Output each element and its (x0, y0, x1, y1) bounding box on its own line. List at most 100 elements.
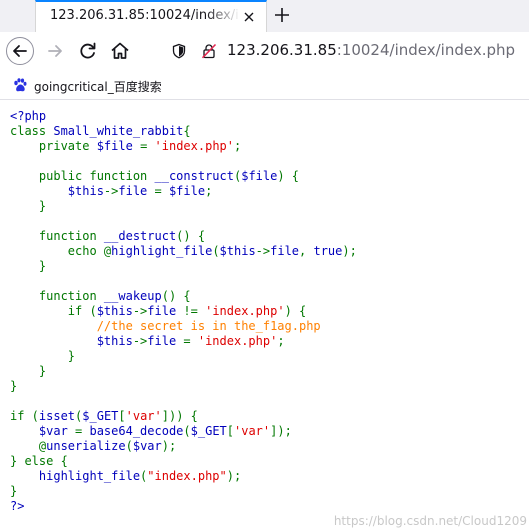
bookmarks-toolbar: goingcritical_百度搜索 (0, 70, 529, 100)
home-button[interactable] (106, 37, 134, 65)
code-line: $this->file = $file; (10, 184, 357, 199)
code-line: } (10, 364, 357, 379)
paw-icon (14, 78, 27, 92)
code-token: __wakeup (103, 289, 162, 303)
code-token: if ( (10, 304, 97, 318)
code-token: isset (38, 409, 76, 423)
code-line: highlight_file("index.php"); (10, 469, 357, 484)
tab-active[interactable]: 123.206.31.85:10024/index/index.php (35, 0, 267, 32)
home-icon (111, 42, 129, 59)
code-token: ); (161, 439, 177, 453)
code-token: echo @ (10, 244, 112, 258)
code-token: 'index.php' (154, 139, 234, 153)
code-token: file (118, 184, 155, 198)
code-token: = (75, 424, 90, 438)
code-token: $this (96, 304, 133, 318)
code-token: () { (176, 229, 206, 243)
code-token: base64_decode (89, 424, 184, 438)
code-line: } (10, 379, 357, 394)
code-token: [ (226, 424, 234, 438)
code-token: private (10, 139, 97, 153)
code-line: @unserialize($var); (10, 439, 357, 454)
code-line: } (10, 484, 357, 499)
url-text[interactable]: 123.206.31.85:10024/index/index.php (227, 41, 515, 59)
code-token: ( (212, 244, 220, 258)
code-token: -> (132, 304, 148, 318)
code-token: } else { (10, 454, 68, 468)
tab-strip: 123.206.31.85:10024/index/index.php (0, 0, 529, 32)
code-token: 'index.php' (197, 334, 278, 348)
code-token: true (313, 244, 343, 258)
php-source-code: <?php class Small_white_rabbit{ private $… (10, 109, 357, 514)
shield-icon[interactable] (171, 43, 187, 59)
back-button[interactable] (6, 37, 34, 65)
code-token: } (10, 484, 18, 498)
code-token: ])) { (161, 409, 198, 423)
watermark: https://blog.csdn.net/Cloud1209 (333, 514, 527, 528)
code-token: -> (255, 244, 271, 258)
code-line: } (10, 349, 357, 364)
code-token: $file (241, 169, 278, 183)
code-line: function __wakeup() { (10, 289, 357, 304)
code-token: $var (132, 439, 162, 453)
code-token: } (10, 349, 76, 363)
code-line: $var = base64_decode($_GET['var']); (10, 424, 357, 439)
code-line: <?php (10, 109, 357, 124)
code-token: ( (125, 439, 133, 453)
code-line: public function __construct($file) { (10, 169, 357, 184)
code-token: ?> (10, 499, 25, 513)
code-token: $file (168, 184, 206, 198)
insecure-lock-icon[interactable] (201, 43, 217, 59)
new-tab-plus-icon[interactable] (272, 5, 292, 25)
close-icon[interactable] (242, 10, 256, 24)
address-bar[interactable]: 123.206.31.85:10024/index/index.php (165, 36, 529, 66)
code-token: ); (226, 469, 242, 483)
code-line: $this->file = 'index.php'; (10, 334, 357, 349)
reload-icon (80, 42, 96, 59)
code-line: private $file = 'index.php'; (10, 139, 357, 154)
code-token: //the secret is in the_f1ag.php (10, 319, 321, 333)
code-token: @ (10, 439, 47, 453)
code-line: ?> (10, 499, 357, 514)
code-line: } else { (10, 454, 357, 469)
code-token: ; (234, 139, 242, 153)
code-token: 'index.php' (205, 304, 285, 318)
code-line: if ($this->file != 'index.php') { (10, 304, 357, 319)
code-token: = (154, 184, 169, 198)
code-token: = (140, 139, 155, 153)
back-arrow-icon (13, 45, 27, 57)
forward-button[interactable] (42, 37, 70, 65)
code-token: ) { (284, 304, 307, 318)
reload-button[interactable] (74, 37, 102, 65)
code-line: } (10, 259, 357, 274)
code-token: $_GET (82, 409, 119, 423)
code-token: highlight_file (111, 244, 213, 258)
code-line: } (10, 199, 357, 214)
code-token: $_GET (190, 424, 227, 438)
code-token: __construct (154, 169, 234, 183)
code-token: } (10, 364, 47, 378)
code-token: } (10, 199, 47, 213)
code-line: //the secret is in the_f1ag.php (10, 319, 357, 334)
code-token: ) { (277, 169, 300, 183)
code-token: $var (10, 424, 76, 438)
code-token: class (10, 124, 54, 138)
code-line: echo @highlight_file($this->file, true); (10, 244, 357, 259)
code-token: public function (10, 169, 155, 183)
code-token: "index.php" (147, 469, 227, 483)
code-line: function __destruct() { (10, 229, 357, 244)
code-token: if ( (10, 409, 39, 423)
code-token: $this (10, 184, 104, 198)
url-path: :10024/index/index.php (336, 41, 516, 59)
code-token: highlight_file (10, 469, 141, 483)
code-token: file (147, 304, 184, 318)
code-token: -> (132, 334, 148, 348)
page-content: <?php class Small_white_rabbit{ private $… (0, 101, 529, 530)
code-token: $file (96, 139, 141, 153)
code-token: <?php (10, 109, 47, 123)
tab-title: 123.206.31.85:10024/index/index.php (50, 8, 240, 23)
code-token: -> (103, 184, 119, 198)
code-token: != (183, 304, 206, 318)
